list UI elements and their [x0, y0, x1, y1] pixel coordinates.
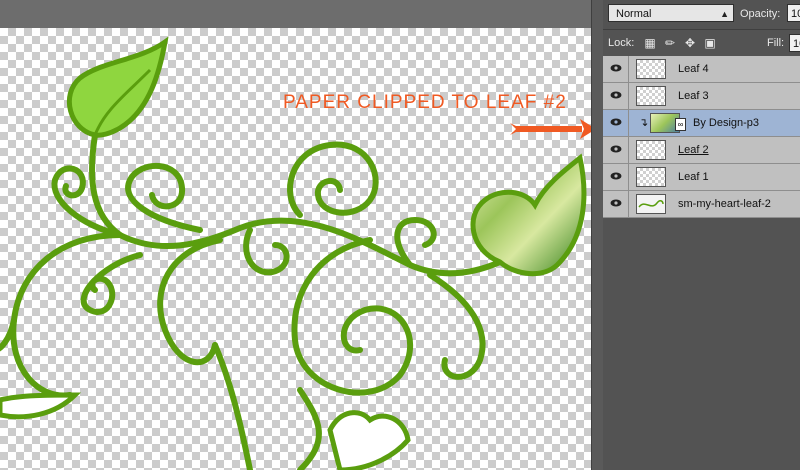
- layer-name: Leaf 4: [678, 63, 709, 75]
- layer-name: By Design-p3: [693, 117, 760, 129]
- lock-move-icon[interactable]: ✥: [683, 36, 697, 50]
- annotation-label: PAPER CLIPPED TO LEAF #2: [283, 92, 567, 113]
- layer-row[interactable]: Leaf 2: [603, 137, 800, 164]
- layers-list: Leaf 4 Leaf 3 ↴ ∞ By Design-p3 Leaf 2 Le…: [603, 56, 800, 470]
- layer-thumbnail: [636, 140, 666, 160]
- layer-name: Leaf 3: [678, 90, 709, 102]
- eye-icon: [610, 172, 622, 180]
- layer-row[interactable]: Leaf 1: [603, 164, 800, 191]
- layer-name: sm-my-heart-leaf-2: [678, 198, 771, 210]
- layer-row-selected[interactable]: ↴ ∞ By Design-p3: [603, 110, 800, 137]
- document-top-strip: [0, 0, 603, 28]
- lock-fill-row: Lock: ▦ ✏ ✥ ▣ Fill: 10: [603, 30, 800, 57]
- eye-icon: [610, 145, 622, 153]
- layers-panel: Normal ▲ Opacity: 10 Lock: ▦ ✏ ✥ ▣ Fill:…: [603, 0, 800, 470]
- opacity-input[interactable]: 10: [787, 4, 800, 22]
- dropdown-arrow-icon: ▲: [720, 9, 729, 19]
- fill-label: Fill:: [767, 37, 785, 49]
- blend-opacity-row: Normal ▲ Opacity: 10: [603, 0, 800, 30]
- fill-input[interactable]: 10: [789, 34, 800, 52]
- visibility-toggle[interactable]: [603, 137, 629, 163]
- layer-row[interactable]: Leaf 4: [603, 56, 800, 83]
- layer-name: Leaf 1: [678, 171, 709, 183]
- opacity-label: Opacity:: [740, 8, 781, 20]
- eye-icon: [610, 118, 622, 126]
- layer-name: Leaf 2: [678, 144, 709, 156]
- layer-thumbnail: [636, 194, 666, 214]
- visibility-toggle[interactable]: [603, 164, 629, 190]
- visibility-toggle[interactable]: [603, 56, 629, 82]
- layer-row[interactable]: sm-my-heart-leaf-2: [603, 191, 800, 218]
- lock-label: Lock:: [608, 37, 635, 49]
- document-canvas[interactable]: PAPER CLIPPED TO LEAF #2: [0, 28, 591, 470]
- visibility-toggle[interactable]: [603, 110, 629, 136]
- layer-row[interactable]: Leaf 3: [603, 83, 800, 110]
- annotation-arrow-icon: [510, 119, 591, 139]
- eye-icon: [610, 199, 622, 207]
- visibility-toggle[interactable]: [603, 191, 629, 217]
- lock-transparent-icon[interactable]: ▦: [643, 36, 657, 50]
- layer-thumbnail: [636, 59, 666, 79]
- lock-brush-icon[interactable]: ✏: [663, 36, 677, 50]
- layer-thumbnail: [636, 167, 666, 187]
- visibility-toggle[interactable]: [603, 83, 629, 109]
- eye-icon: [610, 64, 622, 72]
- chain-link-icon: ∞: [675, 118, 686, 131]
- layer-thumbnail: [636, 86, 666, 106]
- eye-icon: [610, 91, 622, 99]
- blend-mode-select[interactable]: Normal ▲: [608, 4, 734, 22]
- blend-mode-value: Normal: [616, 8, 652, 20]
- clipping-arrow-icon: ↴: [639, 117, 649, 129]
- vine-thumbnail-art: [638, 200, 664, 208]
- lock-all-icon[interactable]: ▣: [703, 36, 717, 50]
